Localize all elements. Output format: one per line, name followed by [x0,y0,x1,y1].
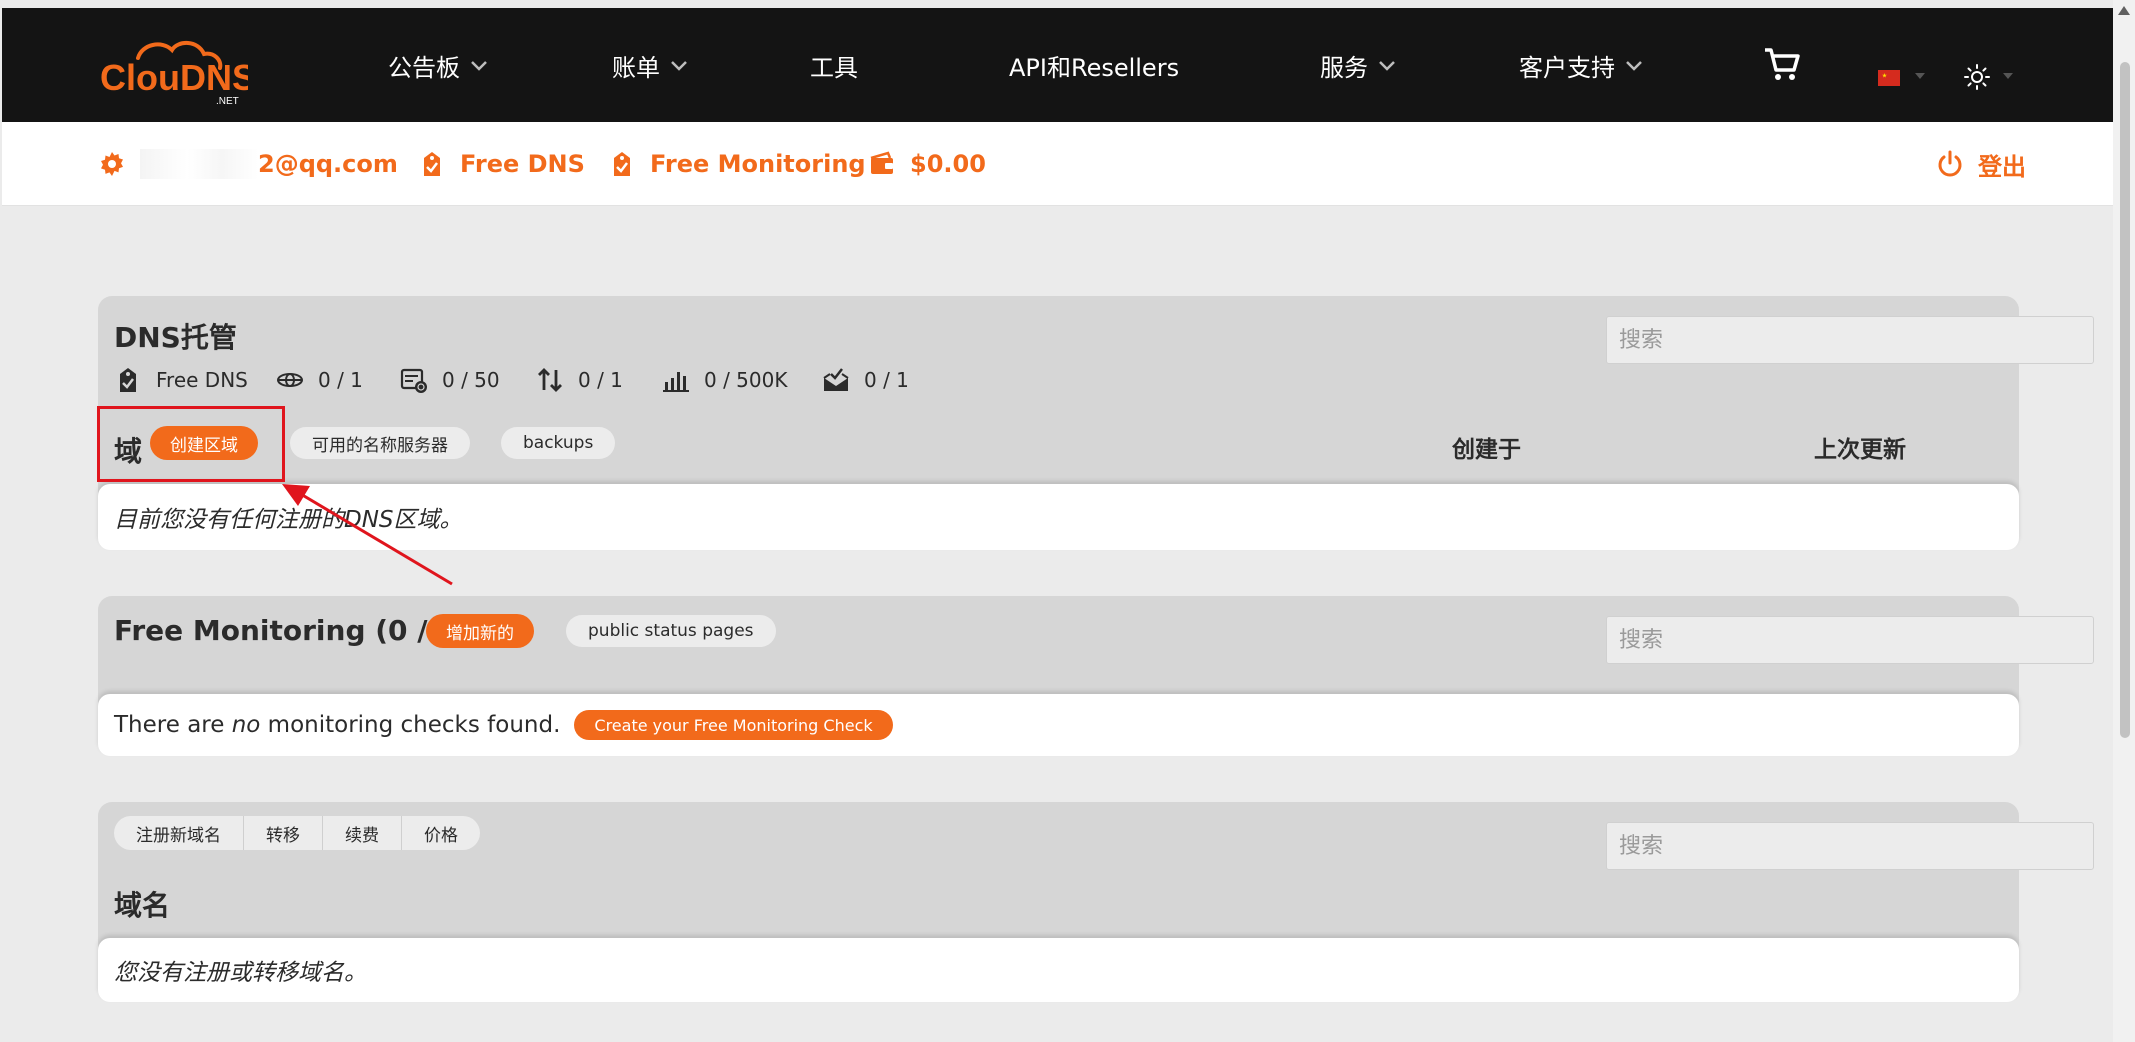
monitoring-empty-no: no [231,712,261,738]
add-monitoring-button[interactable]: 增加新的 [426,614,534,648]
monitoring-empty-suffix: monitoring checks found. [260,712,561,738]
monitoring-empty-prefix: There are [114,712,232,738]
tag-check-icon [614,152,630,176]
stat-zones: 0 / 1 [276,366,363,394]
domains-panel: 注册新域名 转移 续费 价格 域名 您没有注册或转移域名。 [98,802,2094,1002]
available-nameservers-button[interactable]: 可用的名称服务器 [290,427,470,459]
stat-mail: 0 / 1 [822,366,909,394]
plan-free-monitoring-label: Free Monitoring [650,150,866,178]
account-email[interactable]: 2@qq.com [98,122,398,206]
stat-plan-value: Free DNS [156,368,248,392]
mail-check-icon [823,368,849,391]
logo-sub: .NET [216,96,239,107]
account-balance[interactable]: $0.00 [868,122,986,206]
domains-empty-message: 您没有注册或转移域名。 [114,960,367,986]
cart-icon[interactable] [1762,44,1802,84]
create-monitoring-check-button[interactable]: Create your Free Monitoring Check [574,710,893,740]
backups-button[interactable]: backups [501,427,616,459]
stat-queries-value: 0 / 500K [704,368,788,392]
transfer-arrows-icon [538,368,562,392]
tab-pricing[interactable]: 价格 [402,816,480,850]
monitoring-search-input[interactable] [1606,616,2094,664]
logo-text: ClouDNS [100,57,248,98]
caret-down-icon [2003,73,2013,79]
nav-services[interactable]: 服务 [1320,8,1396,122]
dns-search-input[interactable] [1606,316,2094,364]
nav-support-label: 客户支持 [1519,53,1615,82]
wallet-icon [870,151,893,174]
domains-search-input[interactable] [1606,822,2094,870]
tab-transfer[interactable]: 转移 [244,816,323,850]
nav-support[interactable]: 客户支持 [1519,8,1643,122]
caret-down-icon [1915,73,1925,79]
stat-records: 0 / 50 [400,366,500,394]
server-globe-icon [400,368,427,393]
nav-tools-label: 工具 [810,53,858,82]
updated-column-header[interactable]: 上次更新 [1814,430,1906,464]
tab-renew[interactable]: 续费 [323,816,402,850]
account-email-text: 2@qq.com [258,150,398,178]
monitoring-panel-title: Free Monitoring (0 / 1) [114,614,470,647]
tag-check-icon [424,152,440,176]
domains-empty-row: 您没有注册或转移域名。 [98,938,2019,1002]
plan-free-dns[interactable]: Free DNS [418,122,585,206]
domains-panel-title: 域名 [114,889,171,922]
nav-billing[interactable]: 账单 [612,8,688,122]
nav-api-label: API和Resellers [1009,53,1180,82]
scroll-up-arrow-icon[interactable] [2118,6,2130,15]
cloudns-logo-graphic: ClouDNS .NET [100,41,256,107]
email-redacted [140,149,258,179]
domain-actions-tabs: 注册新域名 转移 续费 价格 [114,816,480,850]
logout-button[interactable]: 登出 [1936,122,2026,206]
stat-queries: 0 / 500K [662,366,787,394]
chevron-down-icon [1379,61,1395,71]
vertical-scrollbar[interactable] [2113,0,2135,1042]
chevron-down-icon [471,61,487,71]
top-navbar: ClouDNS .NET 公告板 账单 工具 API和Resellers 服务 … [2,8,2113,122]
balance-value: $0.00 [910,150,986,178]
annotation-highlight-box [97,406,285,482]
tab-register-domain[interactable]: 注册新域名 [114,816,244,850]
stat-transfers-value: 0 / 1 [578,368,623,392]
nav-bulletin[interactable]: 公告板 [388,8,488,122]
stat-records-value: 0 / 50 [442,368,500,392]
monitoring-empty-row: There are no monitoring checks found. Cr… [98,694,2019,756]
nav-api-resellers[interactable]: API和Resellers [1009,8,1179,122]
stat-transfers: 0 / 1 [536,366,623,394]
scrollbar-thumb[interactable] [2120,62,2130,738]
nav-bulletin-label: 公告板 [388,53,460,82]
free-monitoring-panel: Free Monitoring (0 / 1) 增加新的 public stat… [98,596,2094,756]
dns-panel-title: DNS托管 [114,321,237,354]
chevron-down-icon [671,61,687,71]
nav-billing-label: 账单 [612,53,660,82]
chevron-down-icon [1626,61,1642,71]
china-flag-icon[interactable] [1878,70,1900,86]
plan-free-dns-label: Free DNS [460,150,585,178]
globe-icon [277,373,303,387]
bar-chart-icon [663,372,689,392]
stat-plan: Free DNS [114,366,248,394]
nav-tools[interactable]: 工具 [810,8,858,122]
nav-services-label: 服务 [1320,53,1368,82]
created-column-header[interactable]: 创建于 [1452,430,1521,464]
stat-zones-value: 0 / 1 [318,368,363,392]
sun-icon[interactable] [1964,64,1990,90]
plan-free-monitoring[interactable]: Free Monitoring [608,122,866,206]
annotation-arrow [282,484,453,586]
logout-label: 登出 [1978,152,2026,181]
tag-check-icon [120,368,136,392]
public-status-pages-button[interactable]: public status pages [566,615,776,647]
cloudns-logo[interactable]: ClouDNS .NET [98,32,256,112]
gear-icon [101,152,123,176]
power-icon [1938,150,1962,177]
stat-mail-value: 0 / 1 [864,368,909,392]
account-bar: 2@qq.com Free DNS Free Monitoring $0.00 … [2,122,2113,206]
page: ClouDNS .NET 公告板 账单 工具 API和Resellers 服务 … [0,0,2135,1042]
